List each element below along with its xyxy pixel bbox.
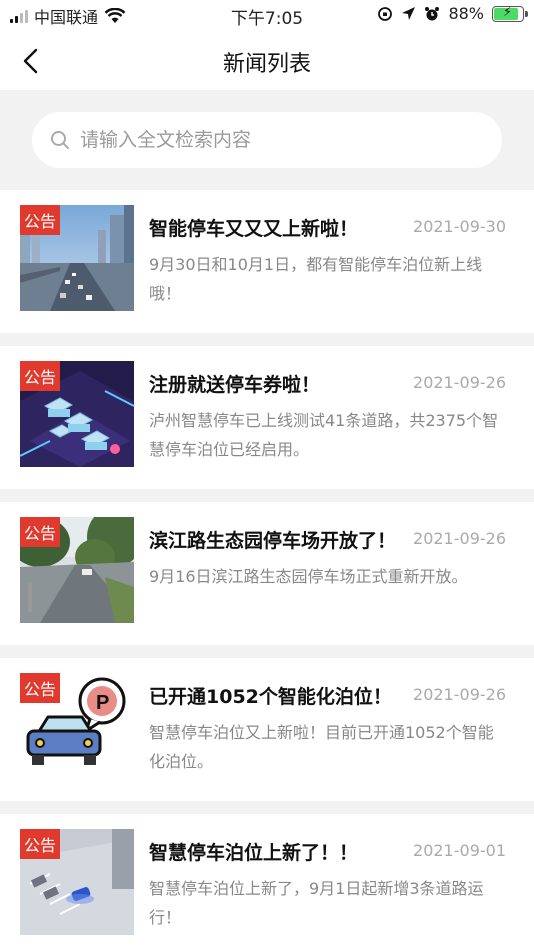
search-input[interactable]	[80, 129, 460, 151]
orientation-lock-icon	[378, 6, 393, 21]
search-area	[0, 90, 534, 190]
news-item[interactable]: 公告 智慧停车泊位上新了！！ 2021-09-01 智慧停车泊位上新了，9月1日…	[0, 814, 534, 950]
news-summary: 9月16日滨江路生态园停车场正式重新开放。	[149, 567, 468, 586]
news-date: 2021-09-26	[413, 373, 506, 392]
news-title: 注册就送停车券啦！	[149, 374, 321, 396]
news-title: 已开通1052个智能化泊位！	[149, 686, 392, 708]
nav-bar: 新闻列表	[0, 32, 534, 90]
news-item[interactable]: 公告 滨江路生态园停车场开放了！ 2021-09-26 9月16日滨江路生态园停…	[0, 502, 534, 645]
news-summary: 9月30日和10月1日，都有智能停车泊位新上线哦！	[149, 255, 483, 303]
battery-icon: ⚡	[492, 4, 528, 22]
news-title: 智慧停车泊位上新了！！	[149, 842, 359, 864]
alarm-icon	[425, 6, 440, 20]
search-box[interactable]	[32, 112, 502, 168]
page-title: 新闻列表	[222, 52, 311, 77]
news-thumbnail-parking-lot: 公告	[20, 829, 134, 935]
news-date: 2021-09-26	[413, 685, 506, 704]
news-summary: 泸州智慧停车已上线测试41条道路，共2375个智慧停车泊位已经启用。	[149, 411, 499, 459]
news-list: 公告 智能停车又又又上新啦！ 2021-09-30 9月30日和10月1日，都有…	[0, 190, 534, 950]
news-title: 滨江路生态园停车场开放了！	[149, 530, 397, 552]
news-date: 2021-09-30	[413, 217, 506, 236]
search-icon	[51, 131, 69, 149]
news-title: 智能停车又又又上新啦！	[149, 218, 359, 240]
notice-tag: 公告	[20, 829, 60, 859]
news-item[interactable]: 公告 智能停车又又又上新啦！ 2021-09-30 9月30日和10月1日，都有…	[0, 190, 534, 333]
notice-tag: 公告	[20, 361, 60, 391]
status-right: 88% ⚡	[377, 4, 528, 23]
news-thumbnail-park-road: 公告	[20, 517, 134, 623]
news-date: 2021-09-01	[413, 841, 506, 860]
news-thumbnail-isometric-cars: 公告	[20, 361, 134, 467]
news-item[interactable]: P 公告 已开通1052个智能化泊位！ 2021-09-26 智慧停车泊位又上新…	[0, 658, 534, 801]
notice-tag: 公告	[20, 673, 60, 703]
news-item[interactable]: 公告 注册就送停车券啦！ 2021-09-26 泸州智慧停车已上线测试41条道路…	[0, 346, 534, 489]
news-date: 2021-09-26	[413, 529, 506, 548]
battery-percent: 88%	[448, 4, 484, 23]
news-summary: 智慧停车泊位上新了，9月1日起新增3条道路运行！	[149, 879, 484, 927]
notice-tag: 公告	[20, 205, 60, 235]
location-icon	[402, 7, 416, 20]
news-thumbnail-car-parking-sign: P 公告	[20, 673, 134, 779]
status-bar: 中国联通 下午7:05 88% ⚡	[0, 0, 534, 32]
news-summary: 智慧停车泊位又上新啦！目前已开通1052个智能化泊位。	[149, 723, 494, 771]
news-thumbnail-city-road: 公告	[20, 205, 134, 311]
notice-tag: 公告	[20, 517, 60, 547]
charging-bolt-icon: ⚡	[503, 4, 513, 20]
svg-text:P: P	[96, 692, 109, 714]
